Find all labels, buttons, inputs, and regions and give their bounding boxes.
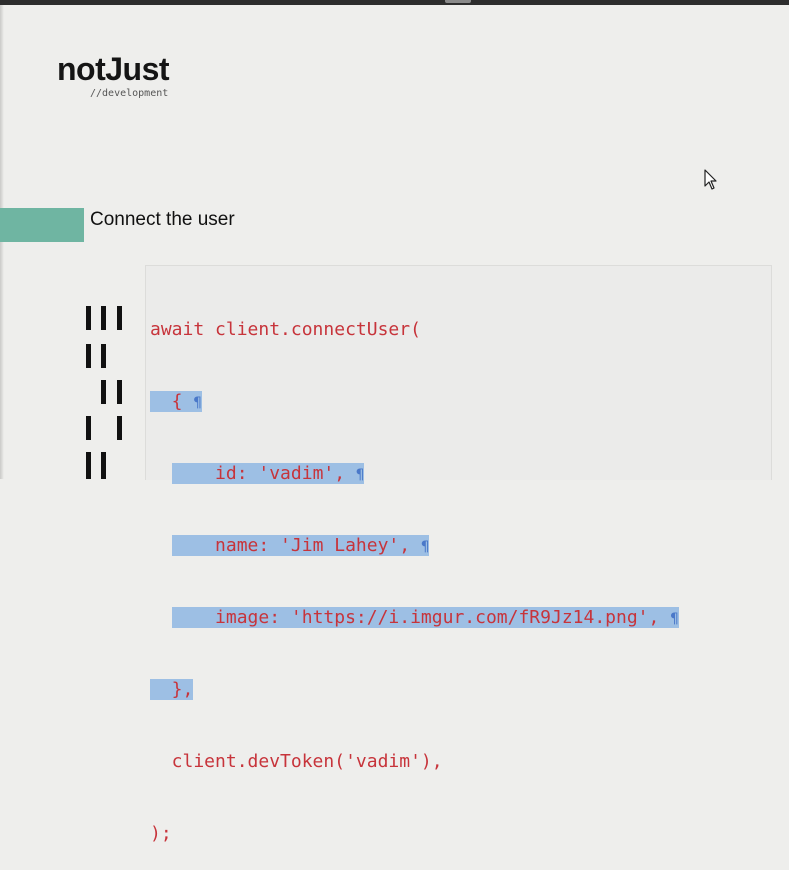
- left-edge-shadow: [0, 5, 4, 479]
- gutter-mark: [101, 344, 106, 368]
- code-text: );: [150, 823, 172, 844]
- selected-code-text: image: 'https://i.imgur.com/fR9Jz14.png'…: [171, 607, 679, 628]
- pilcrow-icon: ¶: [670, 611, 679, 627]
- gutter-mark: [86, 452, 91, 479]
- camera-notch: [445, 0, 471, 3]
- pilcrow-icon: ¶: [193, 395, 202, 411]
- code-line: client.devToken('vadim'),: [150, 750, 679, 774]
- pilcrow-icon: ¶: [355, 467, 365, 483]
- code-text: },: [150, 679, 194, 700]
- gutter-mark: [117, 380, 122, 404]
- code-text: await client.connectUser(: [150, 319, 421, 340]
- selected-code-text: id: 'vadim', ¶: [171, 463, 365, 484]
- code-line: { ¶: [150, 390, 679, 414]
- top-bar: [0, 0, 789, 5]
- code-line: );: [150, 822, 679, 846]
- code-text: name: 'Jim Lahey',: [171, 535, 421, 556]
- code-line: image: 'https://i.imgur.com/fR9Jz14.png'…: [150, 606, 679, 630]
- code-line: name: 'Jim Lahey', ¶: [150, 534, 679, 558]
- gutter-mark: [101, 380, 106, 404]
- gutter-mark: [86, 306, 91, 330]
- selected-code-text: },: [150, 679, 194, 700]
- mouse-pointer-icon: [704, 169, 717, 190]
- code-text: id: 'vadim',: [171, 463, 356, 484]
- pilcrow-icon: ¶: [420, 539, 430, 555]
- section-title: Connect the user: [90, 209, 235, 230]
- gutter-mark: [101, 306, 106, 330]
- logo-tagline: //development: [90, 88, 169, 99]
- selected-code-text: { ¶: [150, 391, 202, 412]
- code-text: {: [150, 391, 194, 412]
- code-text: image: 'https://i.imgur.com/fR9Jz14.png'…: [171, 607, 671, 628]
- code-block: await client.connectUser( { ¶ id: 'vadim…: [150, 270, 679, 870]
- code-line: },: [150, 678, 679, 702]
- gutter-mark: [86, 344, 91, 368]
- gutter-mark: [117, 416, 122, 440]
- selected-code-text: name: 'Jim Lahey', ¶: [171, 535, 430, 556]
- code-line: await client.connectUser(: [150, 318, 679, 342]
- code-text: client.devToken('vadim'),: [150, 751, 443, 772]
- gutter-mark: [86, 416, 91, 440]
- gutter-mark: [117, 306, 122, 330]
- section-accent-bar: [0, 208, 84, 242]
- logo-title: notJust: [57, 51, 170, 87]
- gutter-mark: [101, 452, 106, 479]
- code-line: id: 'vadim', ¶: [150, 462, 679, 486]
